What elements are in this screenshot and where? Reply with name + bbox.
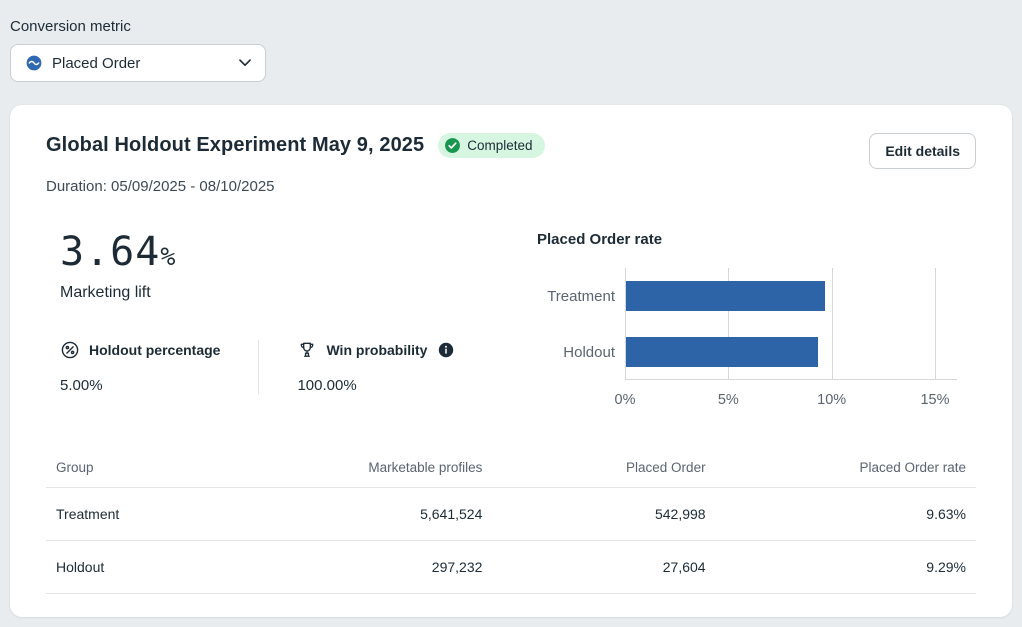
table-cell: 27,604	[492, 541, 715, 594]
check-circle-icon	[444, 137, 461, 154]
table-header-cell: Marketable profiles	[251, 454, 493, 488]
win-probability-stat: Win probability 100.00%	[258, 340, 454, 394]
main-row: 3.64% Marketing lift Holdout percentage …	[46, 229, 976, 414]
lift-summary: 3.64% Marketing lift Holdout percentage …	[46, 229, 501, 414]
chart-title: Placed Order rate	[537, 231, 976, 248]
marketing-lift-label: Marketing lift	[60, 284, 501, 302]
x-tick-label: 0%	[615, 392, 636, 408]
gridline	[832, 268, 833, 379]
holdout-percentage-label: Holdout percentage	[89, 342, 220, 358]
status-badge: Completed	[438, 133, 544, 158]
table-row: Treatment5,641,524542,9989.63%	[46, 488, 976, 541]
chart-y-axis-labels: TreatmentHoldout	[537, 268, 625, 380]
table-header-cell: Placed Order rate	[716, 454, 976, 488]
x-tick-label: 5%	[718, 392, 739, 408]
gridline	[935, 268, 936, 379]
table-cell: 297,232	[251, 541, 493, 594]
table-cell: 5,641,524	[251, 488, 493, 541]
table-row: Holdout297,23227,6049.29%	[46, 541, 976, 594]
win-probability-label: Win probability	[326, 342, 427, 358]
table-cell: Holdout	[46, 541, 251, 594]
trophy-icon	[297, 340, 317, 360]
table-header-cell: Group	[46, 454, 251, 488]
table-header-row: GroupMarketable profilesPlaced OrderPlac…	[46, 454, 976, 488]
table-cell: 9.29%	[716, 541, 976, 594]
duration-text: Duration: 05/09/2025 - 08/10/2025	[46, 178, 976, 195]
holdout-percentage-value: 5.00%	[60, 377, 220, 394]
conversion-metric-selected: Placed Order	[52, 55, 239, 72]
holdout-percentage-icon	[60, 340, 80, 360]
table-cell: Treatment	[46, 488, 251, 541]
experiment-card: Global Holdout Experiment May 9, 2025 Co…	[10, 105, 1012, 617]
stats-row: Holdout percentage 5.00% Win probability	[60, 340, 501, 394]
chart-plot-area	[625, 268, 957, 380]
results-table: GroupMarketable profilesPlaced OrderPlac…	[46, 454, 976, 594]
chart-body: TreatmentHoldout	[537, 268, 976, 380]
title-wrap: Global Holdout Experiment May 9, 2025 Co…	[46, 133, 869, 158]
conversion-metric-section: Conversion metric Placed Order	[0, 0, 1022, 82]
table-header-cell: Placed Order	[492, 454, 715, 488]
x-tick-label: 10%	[817, 392, 846, 408]
marketing-lift-value: 3.64%	[60, 229, 501, 275]
x-tick-label: 15%	[920, 392, 949, 408]
bar-holdout	[626, 337, 818, 367]
placed-order-metric-icon	[25, 54, 43, 72]
info-icon[interactable]	[438, 342, 454, 358]
chevron-down-icon	[239, 59, 251, 67]
table-body: Treatment5,641,524542,9989.63%Holdout297…	[46, 488, 976, 594]
table-cell: 542,998	[492, 488, 715, 541]
placed-order-rate-chart: Placed Order rate TreatmentHoldout 0% 5% 1…	[537, 229, 976, 414]
edit-details-button[interactable]: Edit details	[869, 133, 976, 169]
win-probability-value: 100.00%	[297, 377, 454, 394]
conversion-metric-label: Conversion metric	[10, 18, 1022, 35]
bar-treatment	[626, 281, 825, 311]
page-title: Global Holdout Experiment May 9, 2025	[46, 134, 424, 157]
y-axis-label-holdout: Holdout	[537, 324, 625, 380]
conversion-metric-dropdown[interactable]: Placed Order	[10, 44, 266, 82]
table-cell: 9.63%	[716, 488, 976, 541]
y-axis-label-treatment: Treatment	[537, 268, 625, 324]
holdout-percentage-stat: Holdout percentage 5.00%	[60, 340, 220, 394]
chart-x-axis-ticks: 0%5%10%15%	[625, 380, 957, 414]
card-header: Global Holdout Experiment May 9, 2025 Co…	[46, 133, 976, 169]
status-badge-label: Completed	[467, 138, 532, 153]
